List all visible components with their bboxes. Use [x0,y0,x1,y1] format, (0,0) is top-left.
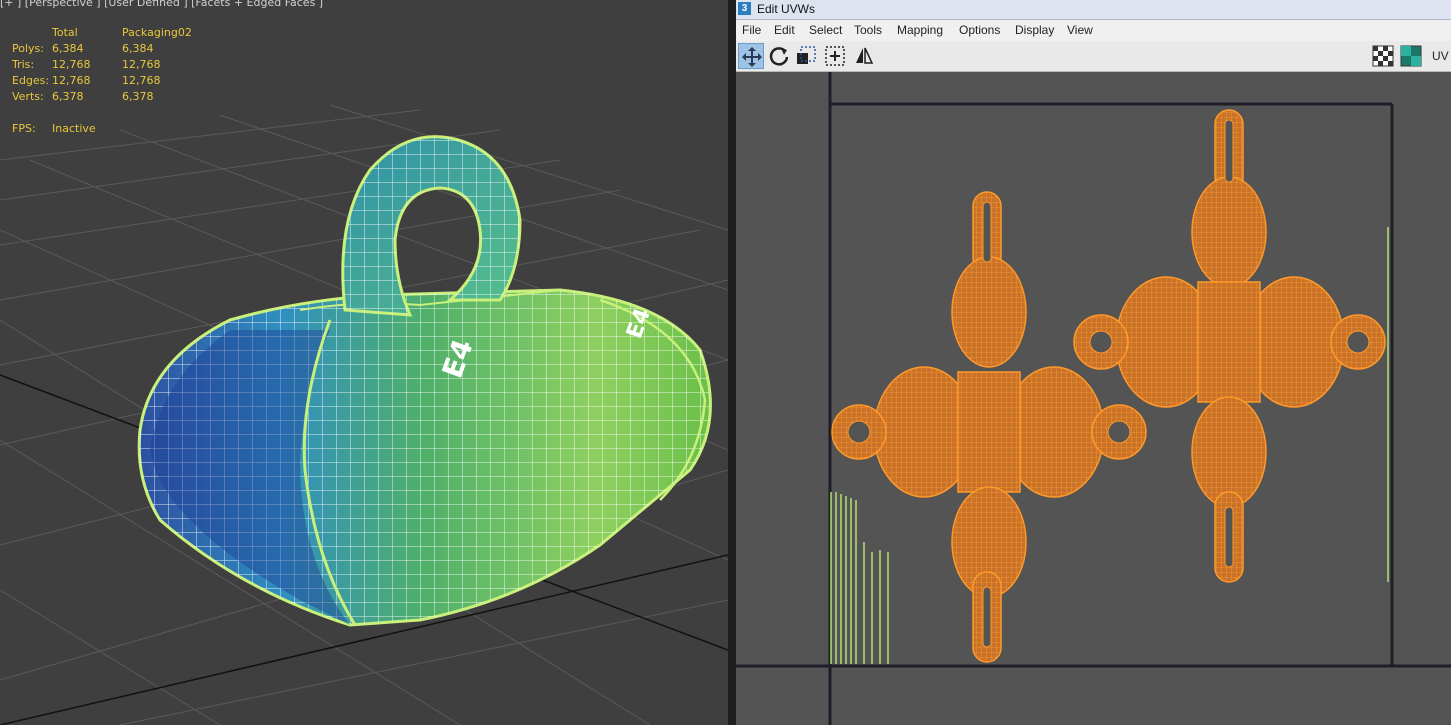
move-tool-button[interactable] [738,43,764,69]
stats-label: Edges: [12,74,50,87]
viewport-label[interactable]: [+ ] [Perspective ] [User Defined ] [Fac… [0,0,323,9]
stats-object: 6,378 [122,90,154,103]
stats-object: 12,768 [122,58,161,71]
checker-icon [1372,45,1394,67]
uv-toolbar: UV [736,41,1451,72]
stats-header-object: Packaging02 [122,26,192,39]
stats-total: 6,378 [52,90,84,103]
checker-pattern-button[interactable] [1370,43,1396,69]
menu-view[interactable]: View [1067,23,1093,37]
menu-select[interactable]: Select [809,23,842,37]
toolbar-uv-label: UV [1432,49,1449,63]
rotate-icon [769,47,789,66]
stats-label: Polys: [12,42,44,55]
app-logo-icon: 3 [738,2,751,15]
menu-display[interactable]: Display [1015,23,1054,37]
scale-icon [797,46,816,64]
stats-object: 12,768 [122,74,161,87]
edit-uvws-window: 3 Edit UVWs File Edit Select Tools Mappi… [736,0,1451,725]
mirror-icon [856,47,874,64]
window-titlebar[interactable]: 3 Edit UVWs [736,0,1451,20]
menu-options[interactable]: Options [959,23,1000,37]
scale-tool-button[interactable] [793,43,819,69]
uv-editor-canvas[interactable] [736,72,1451,725]
fps-value: Inactive [52,122,96,135]
window-title: Edit UVWs [757,2,816,16]
menu-mapping[interactable]: Mapping [897,23,943,37]
menu-file[interactable]: File [742,23,761,37]
rotate-tool-button[interactable] [766,43,792,69]
packaging-box-model[interactable]: E4 E4 [130,130,728,640]
menu-bar: File Edit Select Tools Mapping Options D… [736,20,1451,41]
stats-label: Tris: [12,58,35,71]
stats-header-total: Total [52,26,78,39]
stats-total: 12,768 [52,74,91,87]
stats-object: 6,384 [122,42,154,55]
stats-label: Verts: [12,90,44,103]
stats-total: 12,768 [52,58,91,71]
menu-edit[interactable]: Edit [774,23,795,37]
viewport-scene: E4 E4 [0,104,728,725]
checker-texture-button[interactable] [1398,43,1424,69]
menu-tools[interactable]: Tools [854,23,882,37]
fps-label: FPS: [12,122,36,135]
freeform-icon [825,46,845,66]
freeform-tool-button[interactable] [822,43,848,69]
stats-total: 6,384 [52,42,84,55]
move-icon [742,47,762,67]
checker-texture-icon [1400,45,1422,67]
perspective-viewport[interactable]: E4 E4 [+ ] [Perspective ] [User Defined … [0,0,728,725]
mirror-tool-button[interactable] [851,43,877,69]
viewport-divider[interactable] [728,0,736,725]
